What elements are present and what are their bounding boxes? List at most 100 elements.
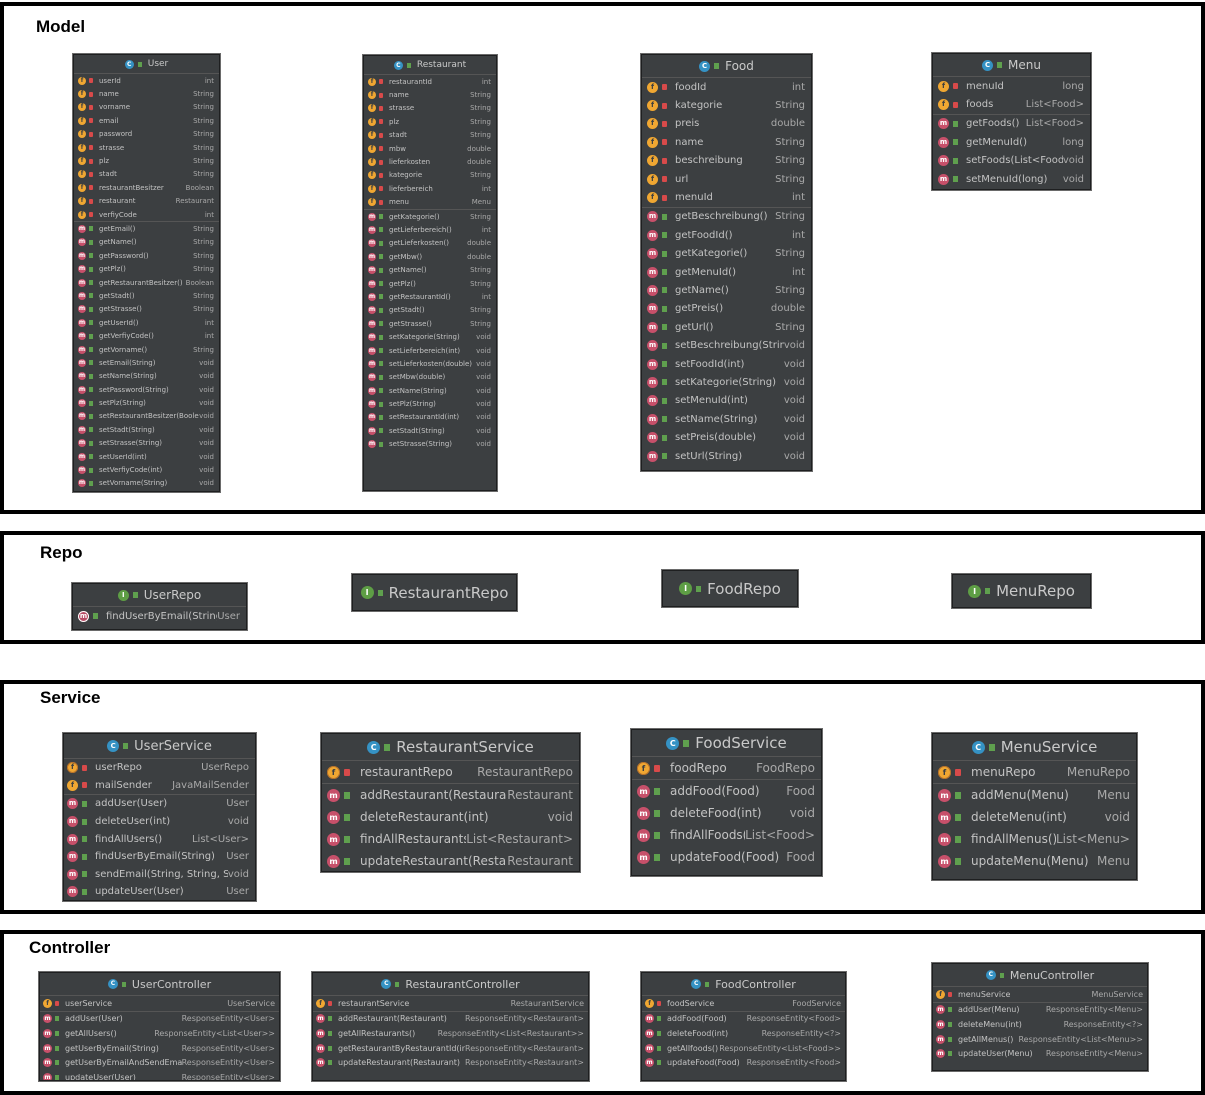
method-row[interactable]: m getName() String xyxy=(74,236,219,249)
method-row[interactable]: m getAllRestaurants() ResponseEntity<List<… xyxy=(313,1026,588,1041)
method-row[interactable]: m getRestaurantBesitzer() Boolean xyxy=(74,276,219,289)
method-row[interactable]: m getFoodId() int xyxy=(642,226,811,244)
field-row[interactable]: f userId int xyxy=(74,74,219,87)
field-row[interactable]: f kategorie String xyxy=(642,96,811,114)
field-row[interactable]: f url String xyxy=(642,170,811,188)
field-row[interactable]: f password String xyxy=(74,128,219,141)
field-row[interactable]: f menuRepo MenuRepo xyxy=(933,761,1136,783)
method-row[interactable]: m updateRestaurant(Restaurant) ResponseEnt… xyxy=(313,1055,588,1070)
field-row[interactable]: f foodId int xyxy=(642,78,811,96)
method-row[interactable]: m getKategorie() String xyxy=(364,210,496,223)
method-row[interactable]: m getRestaurantByRestaurantId(int) Respons… xyxy=(313,1041,588,1056)
method-row[interactable]: m getUserByEmail(String) ResponseEntity<Us… xyxy=(40,1041,279,1056)
method-row[interactable]: m addRestaurant(Restaurant) ResponseEntity… xyxy=(313,1012,588,1027)
field-row[interactable]: f lieferbereich int xyxy=(364,182,496,195)
class-card-restaurant[interactable]: C Restaurant f restaurantId int f name String f s… xyxy=(363,55,497,491)
method-row[interactable]: m getRestaurantId() int xyxy=(364,290,496,303)
method-row[interactable]: m addUser(User) ResponseEntity<User> xyxy=(40,1012,279,1027)
method-row[interactable]: m setUrl(String) void xyxy=(642,447,811,465)
method-row[interactable]: m deleteMenu(int) void xyxy=(933,806,1136,828)
field-row[interactable]: f userService UserService xyxy=(40,996,279,1011)
method-row[interactable]: m getStrasse() String xyxy=(74,303,219,316)
method-row[interactable]: m updateUser(User) User xyxy=(64,883,255,900)
method-row[interactable]: m deleteMenu(int) ResponseEntity<?> xyxy=(933,1017,1147,1032)
method-row[interactable]: m setStadt(String) void xyxy=(364,424,496,437)
method-row[interactable]: m addMenu(Menu) Menu xyxy=(933,784,1136,806)
field-row[interactable]: f restaurantRepo RestaurantRepo xyxy=(322,761,579,783)
method-row[interactable]: m getStrasse() String xyxy=(364,317,496,330)
class-card-user[interactable]: C User f userId int f name String f vorname String… xyxy=(73,54,220,492)
field-row[interactable]: f restaurantBesitzer Boolean xyxy=(74,181,219,194)
method-row[interactable]: m getPlz() String xyxy=(74,262,219,275)
method-row[interactable]: m setMenuId(int) void xyxy=(642,392,811,410)
class-card-food-service[interactable]: C FoodService f foodRepo FoodRepo m addFood(Fo… xyxy=(631,729,822,876)
method-row[interactable]: m addFood(Food) ResponseEntity<Food> xyxy=(642,1012,845,1027)
method-row[interactable]: m updateMenu(Menu) Menu xyxy=(933,850,1136,872)
method-row[interactable]: m getName() String xyxy=(642,281,811,299)
method-row[interactable]: m getAllUsers() ResponseEntity<List<User>> xyxy=(40,1026,279,1041)
method-row[interactable]: m getBeschreibung() String xyxy=(642,208,811,226)
method-row[interactable]: m setName(String) void xyxy=(642,410,811,428)
method-row[interactable]: m setVorname(String) void xyxy=(74,477,219,490)
field-row[interactable]: f email String xyxy=(74,114,219,127)
method-row[interactable]: m getVorname() String xyxy=(74,343,219,356)
field-row[interactable]: f kategorie String xyxy=(364,169,496,182)
field-row[interactable]: f plz String xyxy=(74,154,219,167)
method-row[interactable]: m addUser(User) User xyxy=(64,795,255,813)
field-row[interactable]: f foodRepo FoodRepo xyxy=(632,757,821,779)
class-card-restaurant-controller[interactable]: C RestaurantController f restaurantService R… xyxy=(312,972,589,1081)
method-row[interactable]: m addRestaurant(Restaurant) Restaurant xyxy=(322,784,579,806)
method-row[interactable]: m updateFood(Food) Food xyxy=(632,846,821,868)
class-card-menu[interactable]: C Menu f menuId long f foods List<Food> m getFood… xyxy=(932,53,1091,190)
field-row[interactable]: f foodService FoodService xyxy=(642,996,845,1011)
method-row[interactable]: m getPreis() double xyxy=(642,300,811,318)
method-row[interactable]: m setStadt(String) void xyxy=(74,423,219,436)
method-row[interactable]: m getFoods() List<Food> xyxy=(933,115,1090,133)
field-row[interactable]: f restaurantService RestaurantService xyxy=(313,996,588,1011)
method-row[interactable]: m setPreis(double) void xyxy=(642,428,811,446)
class-card-user-service[interactable]: C UserService f userRepo UserRepo f mailSender… xyxy=(63,733,256,901)
method-row[interactable]: m setVerfiyCode(int) void xyxy=(74,463,219,476)
interface-card-menu-repo[interactable]: I MenuRepo xyxy=(952,574,1091,608)
field-row[interactable]: f menuId long xyxy=(933,77,1090,95)
field-row[interactable]: f menuService MenuService xyxy=(933,987,1147,1002)
method-row[interactable]: m getPlz() String xyxy=(364,277,496,290)
method-row[interactable]: m findAllFoods() List<Food> xyxy=(632,824,821,846)
method-row[interactable]: m setName(String) void xyxy=(74,370,219,383)
field-row[interactable]: f name String xyxy=(364,88,496,101)
class-card-food[interactable]: C Food f foodId int f kategorie String f preis dou… xyxy=(641,54,812,471)
method-row[interactable]: m setBeschreibung(String)void xyxy=(642,336,811,354)
method-row[interactable]: m findUserByEmail(String) User xyxy=(73,607,246,625)
field-row[interactable]: f preis double xyxy=(642,115,811,133)
class-card-user-controller[interactable]: C UserController f userService UserService m a… xyxy=(39,972,280,1081)
method-row[interactable]: m setFoodId(int) void xyxy=(642,355,811,373)
method-row[interactable]: m findAllUsers() List<User> xyxy=(64,830,255,848)
method-row[interactable]: m addUser(Menu) ResponseEntity<Menu> xyxy=(933,1003,1147,1018)
method-row[interactable]: m getMenuId() int xyxy=(642,263,811,281)
method-row[interactable]: m setKategorie(String) void xyxy=(364,330,496,343)
method-row[interactable]: m getMenuId() long xyxy=(933,133,1090,151)
field-row[interactable]: f restaurant Restaurant xyxy=(74,195,219,208)
method-row[interactable]: m setMenuId(long) void xyxy=(933,170,1090,188)
class-card-menu-service[interactable]: C MenuService f menuRepo MenuRepo m addMenu(Me… xyxy=(932,733,1137,880)
class-card-menu-controller[interactable]: C MenuController f menuService MenuService m a… xyxy=(932,963,1148,1071)
field-row[interactable]: f stadt String xyxy=(364,129,496,142)
class-card-restaurant-service[interactable]: C RestaurantService f restaurantRepo Restaur… xyxy=(321,733,580,872)
field-row[interactable]: f menu Menu xyxy=(364,196,496,209)
method-row[interactable]: m addFood(Food) Food xyxy=(632,780,821,802)
method-row[interactable]: m setKategorie(String) void xyxy=(642,373,811,391)
field-row[interactable]: f verfiyCode int xyxy=(74,208,219,221)
method-row[interactable]: m deleteUser(int) void xyxy=(64,813,255,831)
method-row[interactable]: m updateRestaurant(Restaurant)Restaurant xyxy=(322,850,579,871)
method-row[interactable]: m setEmail(String) void xyxy=(74,356,219,369)
method-row[interactable]: m deleteFood(int) void xyxy=(632,802,821,824)
method-row[interactable]: m setName(String) void xyxy=(364,384,496,397)
field-row[interactable]: f strasse String xyxy=(74,141,219,154)
method-row[interactable]: m getVerfiyCode() int xyxy=(74,329,219,342)
method-row[interactable]: m findAllRestaurants()List<Restaurant> xyxy=(322,828,579,850)
field-row[interactable]: f restaurantId int xyxy=(364,75,496,88)
method-row[interactable]: m getPassword() String xyxy=(74,249,219,262)
field-row[interactable]: f plz String xyxy=(364,115,496,128)
field-row[interactable]: f userRepo UserRepo xyxy=(64,759,255,777)
interface-card-food-repo[interactable]: I FoodRepo xyxy=(662,570,798,607)
